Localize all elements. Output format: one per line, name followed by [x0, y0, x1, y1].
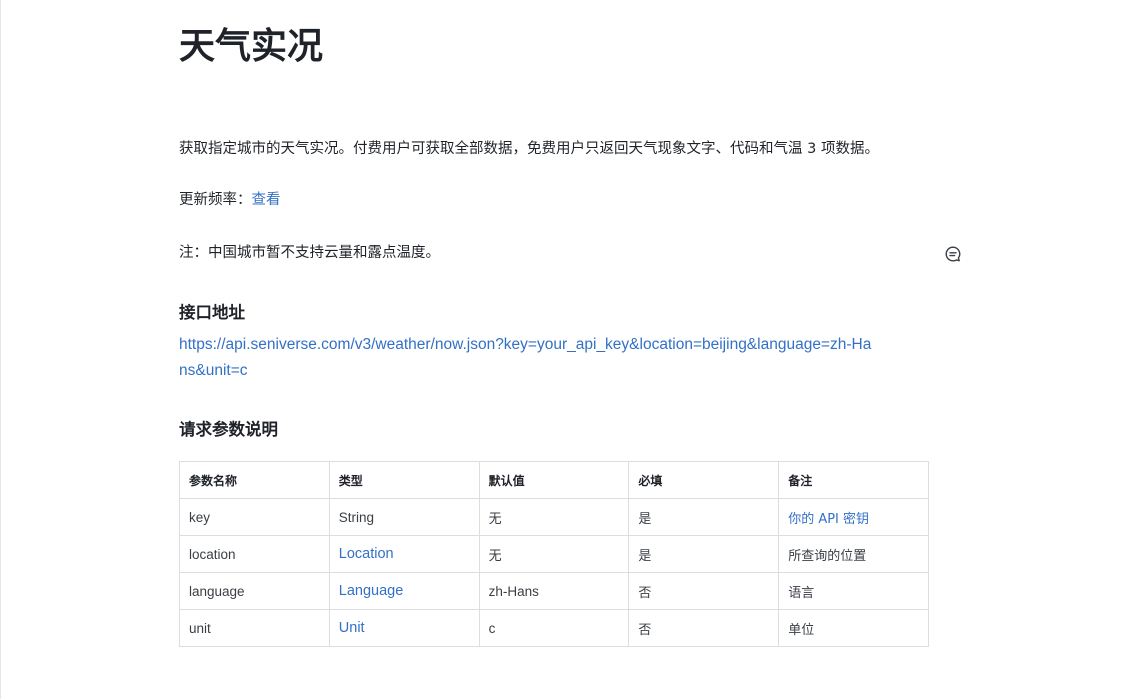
cell-required: 是: [628, 535, 780, 573]
header-default: 默认值: [478, 461, 630, 499]
update-frequency-label: 更新频率：: [179, 192, 252, 208]
comment-icon[interactable]: [944, 245, 962, 263]
cell-note-link[interactable]: 你的 API 密钥: [778, 498, 929, 536]
endpoint-url-link[interactable]: https://api.seniverse.com/v3/weather/now…: [179, 332, 879, 384]
cell-default: 无: [478, 535, 630, 573]
cell-required: 是: [628, 498, 780, 536]
cell-type-link[interactable]: Unit: [328, 609, 480, 647]
table-row: location Location 无 是 所查询的位置: [179, 535, 929, 573]
table-header-row: 参数名称 类型 默认值 必填 备注: [179, 461, 929, 499]
cell-note: 语言: [778, 572, 929, 610]
note-text: 注：中国城市暂不支持云量和露点温度。: [179, 245, 440, 261]
cell-param-name: language: [179, 572, 330, 610]
header-type: 类型: [328, 461, 480, 499]
cell-type: String: [328, 498, 480, 536]
update-frequency-line: 更新频率：查看: [179, 189, 281, 211]
description-text: 获取指定城市的天气实况。付费用户可获取全部数据，免费用户只返回天气现象文字、代码…: [179, 141, 879, 157]
cell-required: 否: [628, 609, 780, 647]
page-title: 天气实况: [179, 26, 324, 67]
cell-param-name: key: [179, 498, 330, 536]
cell-param-name: unit: [179, 609, 330, 647]
cell-default: zh-Hans: [478, 572, 630, 610]
header-note: 备注: [778, 461, 929, 499]
header-param-name: 参数名称: [179, 461, 330, 499]
cell-note: 单位: [778, 609, 929, 647]
cell-default: c: [478, 609, 630, 647]
cell-required: 否: [628, 572, 780, 610]
table-row: key String 无 是 你的 API 密钥: [179, 498, 929, 536]
table-row: language Language zh-Hans 否 语言: [179, 572, 929, 610]
table-row: unit Unit c 否 单位: [179, 609, 929, 647]
page-left-border: [0, 0, 1, 699]
cell-default: 无: [478, 498, 630, 536]
endpoint-heading: 接口地址: [179, 303, 245, 322]
cell-type-link[interactable]: Language: [328, 572, 480, 610]
cell-note: 所查询的位置: [778, 535, 929, 573]
header-required: 必填: [628, 461, 780, 499]
update-frequency-link[interactable]: 查看: [252, 192, 281, 208]
cell-param-name: location: [179, 535, 330, 573]
params-heading: 请求参数说明: [179, 420, 278, 439]
cell-type-link[interactable]: Location: [328, 535, 480, 573]
params-table: 参数名称 类型 默认值 必填 备注 key String 无 是 你的 API …: [179, 461, 929, 647]
